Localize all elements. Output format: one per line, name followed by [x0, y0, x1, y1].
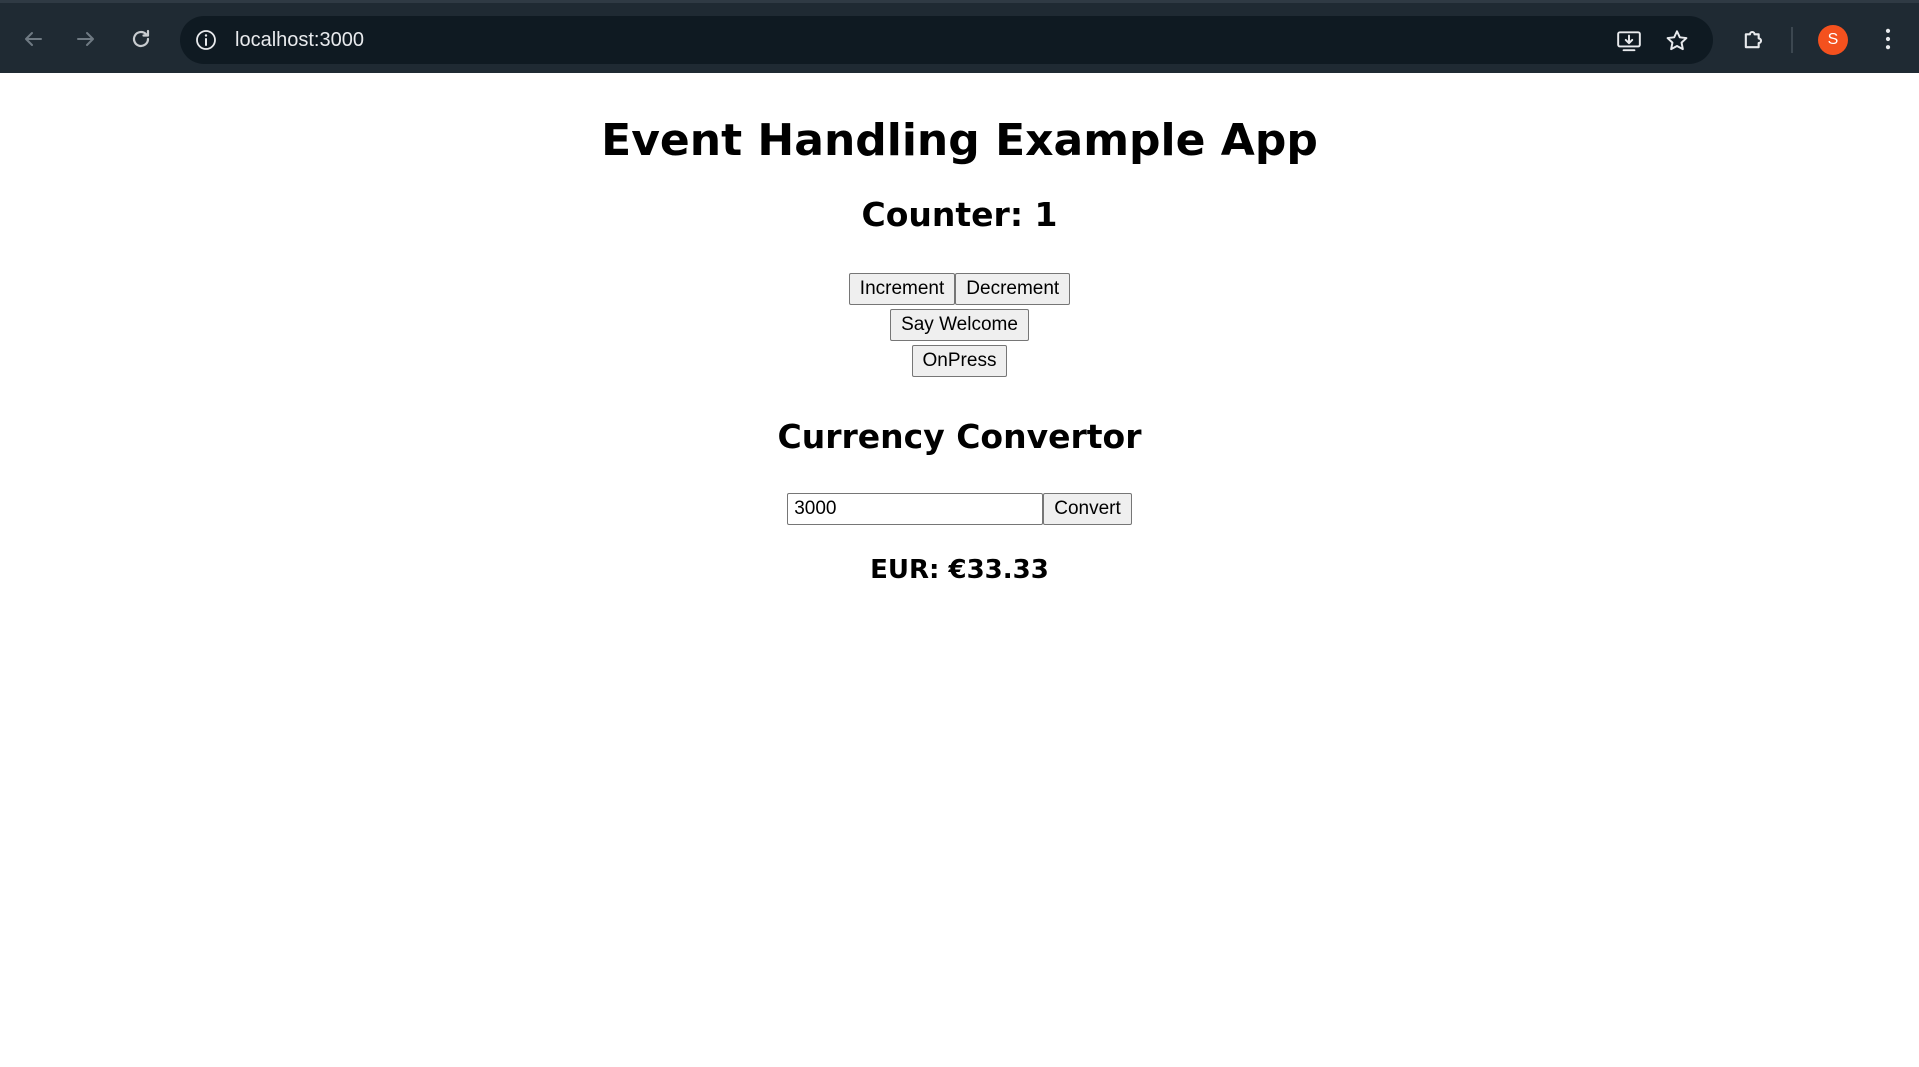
convert-form: Convert: [0, 493, 1919, 525]
increment-button[interactable]: Increment: [848, 273, 956, 305]
address-bar[interactable]: localhost:3000: [180, 16, 1713, 64]
reload-button[interactable]: [123, 21, 159, 57]
extensions-icon[interactable]: [1740, 25, 1768, 53]
back-button[interactable]: [15, 21, 51, 57]
counter-button-row: Increment Decrement: [0, 273, 1919, 305]
arrow-left-icon: [25, 32, 42, 46]
welcome-button-row: Say Welcome: [0, 309, 1919, 341]
arrow-right-icon: [77, 32, 94, 46]
more-menu-icon[interactable]: [1874, 25, 1902, 53]
bookmark-star-icon[interactable]: [1664, 28, 1690, 54]
site-info-icon[interactable]: [194, 28, 218, 52]
amount-input[interactable]: [787, 493, 1044, 525]
app-title: Event Handling Example App: [601, 115, 1318, 166]
reload-icon: [132, 29, 150, 48]
conversion-result: EUR: €33.33: [870, 555, 1049, 585]
decrement-button[interactable]: Decrement: [955, 273, 1071, 305]
page-content: Event Handling Example App Counter: 1 In…: [0, 73, 1919, 1067]
onpress-button-row: OnPress: [0, 345, 1919, 377]
say-welcome-button[interactable]: Say Welcome: [890, 309, 1029, 341]
toolbar-divider: [1791, 27, 1793, 53]
forward-button[interactable]: [68, 21, 104, 57]
install-app-icon[interactable]: [1616, 28, 1642, 54]
currency-convertor-title: Currency Convertor: [777, 417, 1142, 456]
counter-display: Counter: 1: [861, 195, 1058, 234]
url-text[interactable]: localhost:3000: [235, 16, 364, 64]
counter-controls: Increment Decrement Say Welcome OnPress: [0, 273, 1919, 377]
convert-button[interactable]: Convert: [1043, 493, 1132, 525]
browser-toolbar: localhost:3000 S: [0, 0, 1919, 73]
profile-avatar[interactable]: S: [1818, 25, 1848, 55]
onpress-button[interactable]: OnPress: [911, 345, 1008, 377]
